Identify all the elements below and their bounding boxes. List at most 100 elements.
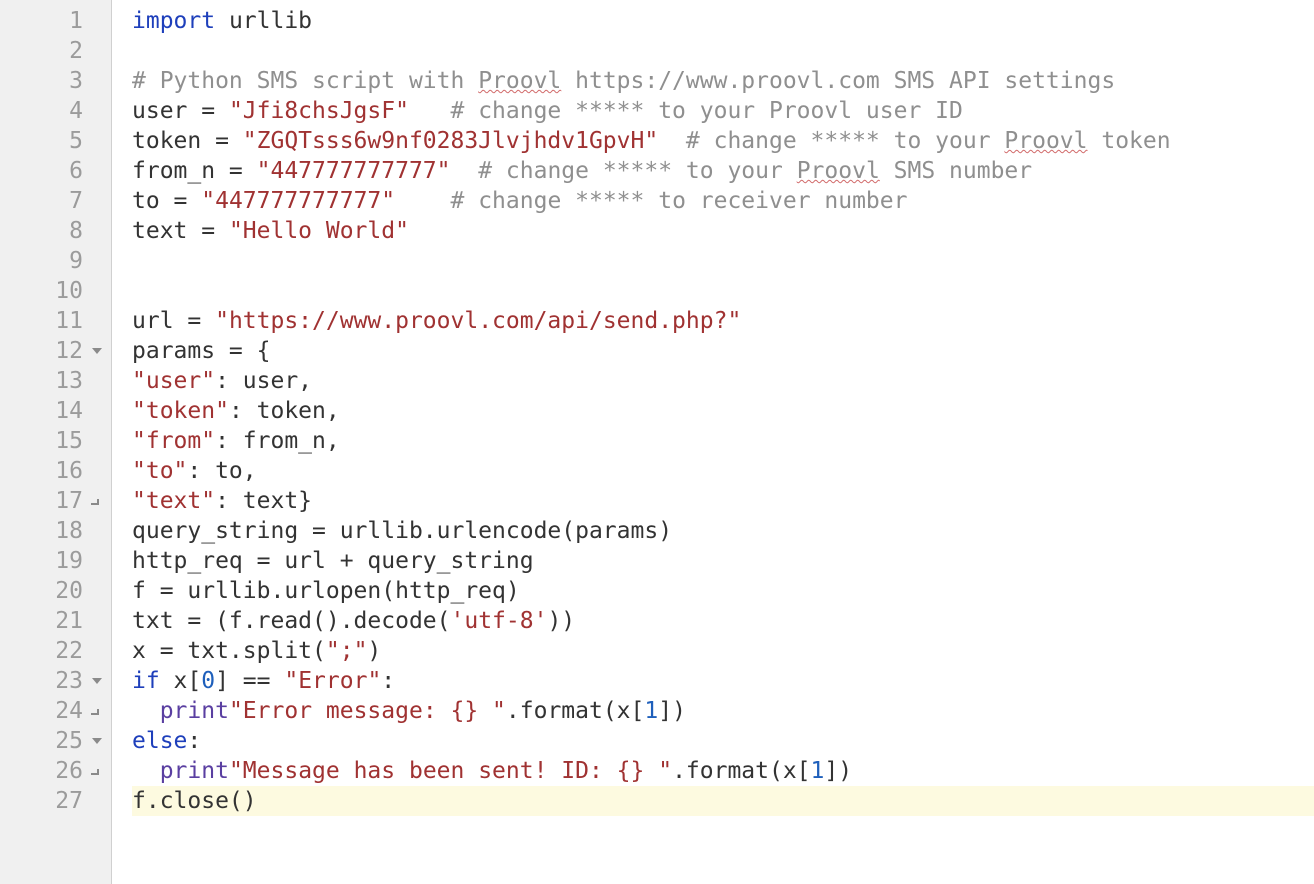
code-token: from_n = [132,158,257,184]
gutter-row[interactable]: 18 [0,516,111,546]
code-token: to = [132,188,201,214]
gutter-row[interactable]: 17 [0,486,111,516]
code-line[interactable]: token = "ZGQTsss6w9nf0283Jlvjhdv1GpvH" #… [132,126,1314,156]
code-line[interactable]: url = "https://www.proovl.com/api/send.p… [132,306,1314,336]
code-line[interactable] [132,36,1314,66]
code-token: "447777777777" [257,158,451,184]
code-line[interactable]: "text": text} [132,486,1314,516]
gutter-row[interactable]: 24 [0,696,111,726]
gutter-row[interactable]: 20 [0,576,111,606]
code-token: "Error" [284,668,381,694]
gutter-row[interactable]: 9 [0,246,111,276]
code-line[interactable]: if x[0] == "Error": [132,666,1314,696]
code-line[interactable]: f = urllib.urlopen(http_req) [132,576,1314,606]
code-token: ";" [326,638,368,664]
code-token: : user, [215,368,312,394]
gutter-row[interactable]: 22 [0,636,111,666]
gutter-row[interactable]: 21 [0,606,111,636]
code-line[interactable]: "to": to, [132,456,1314,486]
code-line[interactable]: http_req = url + query_string [132,546,1314,576]
code-line[interactable]: "token": token, [132,396,1314,426]
gutter-row[interactable]: 13 [0,366,111,396]
gutter-row[interactable]: 2 [0,36,111,66]
code-token: "from" [132,428,215,454]
gutter-row[interactable]: 25 [0,726,111,756]
code-line[interactable]: from_n = "447777777777" # change ***** t… [132,156,1314,186]
gutter-row[interactable]: 11 [0,306,111,336]
line-number: 22 [0,636,105,666]
code-token: ]) [658,698,686,724]
line-number: 23 [0,666,105,696]
code-line[interactable]: f.close() [132,786,1314,816]
gutter-row[interactable]: 26 [0,756,111,786]
code-line[interactable] [132,276,1314,306]
code-line[interactable]: "user": user, [132,366,1314,396]
line-number: 21 [0,606,105,636]
code-line[interactable]: "from": from_n, [132,426,1314,456]
fold-close-icon [91,766,107,776]
code-token: txt = (f.read().decode( [132,608,451,634]
code-token: "token" [132,398,229,424]
gutter-row[interactable]: 5 [0,126,111,156]
code-token: : from_n, [215,428,340,454]
code-line[interactable]: x = txt.split(";") [132,636,1314,666]
code-token: else [132,728,187,754]
line-number: 8 [0,216,105,246]
code-token: : text} [215,488,312,514]
code-token: "to" [132,458,187,484]
code-token: SMS number [880,158,1032,184]
code-token: url = [132,308,215,334]
code-token: 0 [201,668,215,694]
line-number: 17 [0,486,105,516]
fold-open-icon[interactable] [91,675,107,687]
code-line[interactable]: txt = (f.read().decode('utf-8')) [132,606,1314,636]
gutter-row[interactable]: 3 [0,66,111,96]
code-token: "447777777777" [201,188,395,214]
gutter-row[interactable]: 16 [0,456,111,486]
gutter-row[interactable]: 1 [0,6,111,36]
code-token: "user" [132,368,215,394]
code-token: query_string = urllib.urlencode(params) [132,518,672,544]
code-line[interactable]: print"Message has been sent! ID: {} ".fo… [132,756,1314,786]
code-line[interactable]: user = "Jfi8chsJgsF" # change ***** to y… [132,96,1314,126]
code-token: Proovl [478,68,561,94]
code-token [132,758,160,784]
gutter-row[interactable]: 23 [0,666,111,696]
fold-open-icon[interactable] [91,345,107,357]
gutter-row[interactable]: 19 [0,546,111,576]
gutter-row[interactable]: 15 [0,426,111,456]
code-token: f = urllib.urlopen(http_req) [132,578,520,604]
gutter-row[interactable]: 12 [0,336,111,366]
fold-close-icon [91,496,107,506]
code-token: user = [132,98,229,124]
code-token: x = txt.split( [132,638,326,664]
code-token: 1 [811,758,825,784]
line-number: 14 [0,396,105,426]
code-line[interactable] [132,246,1314,276]
gutter-row[interactable]: 27 [0,786,111,816]
code-token [395,188,450,214]
code-line[interactable]: print"Error message: {} ".format(x[1]) [132,696,1314,726]
code-line[interactable]: text = "Hello World" [132,216,1314,246]
code-token [658,128,686,154]
gutter-row[interactable]: 14 [0,396,111,426]
code-token: Proovl [1004,128,1087,154]
code-line[interactable]: query_string = urllib.urlencode(params) [132,516,1314,546]
code-token: params = { [132,338,270,364]
code-area[interactable]: import urllib # Python SMS script with Pr… [112,0,1314,884]
gutter-row[interactable]: 10 [0,276,111,306]
gutter-row[interactable]: 6 [0,156,111,186]
code-line[interactable]: to = "447777777777" # change ***** to re… [132,186,1314,216]
gutter-row[interactable]: 8 [0,216,111,246]
code-token: # change ***** to your [478,158,797,184]
code-token: # Python SMS script with [132,68,478,94]
code-line[interactable]: # Python SMS script with Proovl https://… [132,66,1314,96]
code-token: print [160,698,229,724]
code-line[interactable]: else: [132,726,1314,756]
fold-open-icon[interactable] [91,735,107,747]
gutter-row[interactable]: 7 [0,186,111,216]
code-token: # change ***** to your [686,128,1005,154]
code-line[interactable]: params = { [132,336,1314,366]
gutter-row[interactable]: 4 [0,96,111,126]
code-line[interactable]: import urllib [132,6,1314,36]
